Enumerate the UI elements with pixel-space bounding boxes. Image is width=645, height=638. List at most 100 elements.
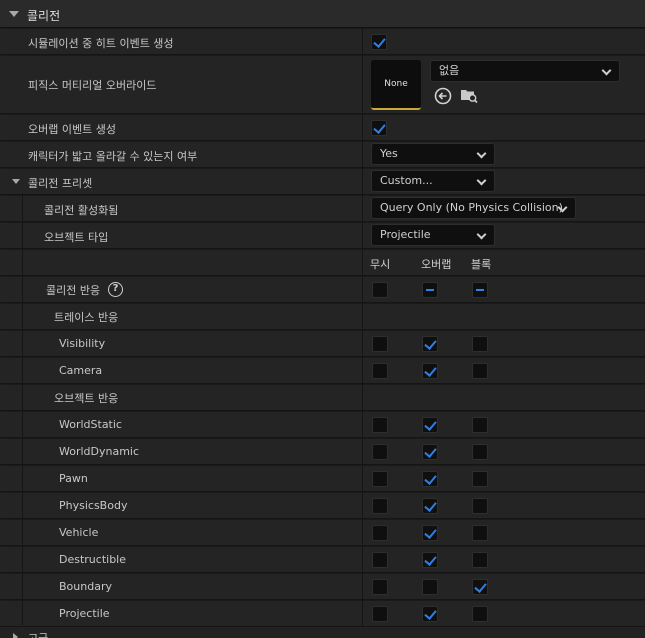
trace-channel-overlap-checkbox[interactable]: [422, 363, 438, 379]
object-channel-overlap-checkbox[interactable]: [422, 552, 438, 568]
use-selected-arrow-icon[interactable]: [434, 87, 452, 105]
object-channel-row: Boundary: [0, 574, 645, 600]
preset-collapse-arrow-icon[interactable]: [12, 179, 20, 184]
object-channel-ignore-checkbox[interactable]: [372, 471, 388, 487]
sim-hit-label: 시뮬레이션 중 히트 이벤트 생성: [28, 37, 174, 50]
thumbnail-none-text: None: [384, 79, 408, 89]
material-thumbnail[interactable]: None: [371, 60, 421, 110]
row-column-headers: 무시 오버랩 블록: [0, 250, 645, 276]
browse-folder-icon[interactable]: [460, 86, 478, 104]
object-channel-ignore-checkbox[interactable]: [372, 606, 388, 622]
trace-channel-label: Visibility: [59, 337, 106, 350]
object-response-label: 오브젝트 반응: [54, 392, 119, 405]
sim-hit-checkbox[interactable]: [371, 34, 387, 50]
object-channel-block-checkbox[interactable]: [472, 471, 488, 487]
object-type-dropdown[interactable]: Projectile: [371, 224, 495, 246]
trace-channel-block-checkbox[interactable]: [472, 363, 488, 379]
object-channel-row: Vehicle: [0, 520, 645, 546]
object-channel-ignore-checkbox[interactable]: [372, 552, 388, 568]
collision-enabled-dropdown[interactable]: Query Only (No Physics Collision): [371, 197, 576, 219]
col-ignore: 무시: [370, 258, 391, 271]
col-overlap: 오버랩: [421, 258, 452, 271]
chevron-down-icon: [476, 175, 487, 186]
phys-mat-value: 없음: [439, 64, 460, 77]
object-channel-overlap-checkbox[interactable]: [422, 579, 438, 595]
indent-guide: [22, 193, 23, 625]
object-channel-label: WorldDynamic: [59, 445, 140, 458]
phys-mat-dropdown[interactable]: 없음: [430, 60, 620, 82]
object-channel-row: Destructible: [0, 547, 645, 573]
object-channel-overlap-checkbox[interactable]: [422, 417, 438, 433]
help-icon[interactable]: ?: [108, 282, 123, 297]
object-channel-block-checkbox[interactable]: [472, 606, 488, 622]
trace-channel-row: Visibility: [0, 331, 645, 357]
object-channel-label: Destructible: [59, 553, 126, 566]
trace-channel-block-checkbox[interactable]: [472, 336, 488, 352]
row-preset: 콜리전 프리셋 Custom...: [0, 169, 645, 195]
object-channel-block-checkbox[interactable]: [472, 444, 488, 460]
col-block: 블록: [471, 258, 492, 271]
trace-channel-ignore-checkbox[interactable]: [372, 336, 388, 352]
details-panel: 콜리전 시뮬레이션 중 히트 이벤트 생성 피직스 머티리얼 오버라이드 Non…: [0, 0, 645, 638]
preset-dropdown[interactable]: Custom...: [371, 170, 495, 192]
object-channel-ignore-checkbox[interactable]: [372, 417, 388, 433]
trace-channel-overlap-checkbox[interactable]: [422, 336, 438, 352]
object-channel-row: WorldStatic: [0, 412, 645, 438]
object-type-label: 오브젝트 타입: [44, 231, 109, 244]
row-sim-hit: 시뮬레이션 중 히트 이벤트 생성: [0, 29, 645, 55]
phys-mat-label: 피직스 머티리얼 오버라이드: [28, 79, 157, 92]
trace-channel-ignore-checkbox[interactable]: [372, 363, 388, 379]
object-channel-overlap-checkbox[interactable]: [422, 471, 438, 487]
overlap-checkbox[interactable]: [371, 120, 387, 136]
trace-response-label: 트레이스 반응: [54, 311, 119, 324]
section-title: 콜리전: [27, 9, 61, 23]
object-channel-row: PhysicsBody: [0, 493, 645, 519]
step-on-dropdown[interactable]: Yes: [371, 143, 495, 165]
object-channel-ignore-checkbox[interactable]: [372, 444, 388, 460]
row-overlap: 오버랩 이벤트 생성: [0, 115, 645, 141]
object-channel-block-checkbox[interactable]: [472, 525, 488, 541]
collision-enabled-label: 콜리전 활성화됨: [44, 204, 119, 217]
overlap-label: 오버랩 이벤트 생성: [28, 123, 116, 136]
step-on-label: 캐릭터가 밟고 올라갈 수 있는지 여부: [28, 150, 198, 163]
collision-section-header[interactable]: 콜리전: [0, 0, 645, 28]
object-channel-overlap-checkbox[interactable]: [422, 498, 438, 514]
expand-arrow-icon[interactable]: [13, 633, 18, 638]
object-type-value: Projectile: [380, 228, 431, 241]
advanced-section-header[interactable]: 고급: [0, 627, 645, 638]
object-channel-label: WorldStatic: [59, 418, 122, 431]
object-channel-overlap-checkbox[interactable]: [422, 606, 438, 622]
collision-response-label: 콜리전 반응: [46, 284, 101, 297]
object-channel-overlap-checkbox[interactable]: [422, 444, 438, 460]
step-on-value: Yes: [380, 147, 398, 160]
chevron-down-icon: [601, 65, 612, 76]
response-ignore-all[interactable]: [372, 282, 388, 298]
advanced-title: 고급: [28, 630, 48, 638]
row-step-on: 캐릭터가 밟고 올라갈 수 있는지 여부 Yes: [0, 142, 645, 168]
object-channel-overlap-checkbox[interactable]: [422, 525, 438, 541]
row-collision-response: 콜리전 반응 ?: [0, 277, 645, 303]
preset-value: Custom...: [380, 174, 433, 187]
object-channel-label: Vehicle: [59, 526, 99, 539]
response-block-all[interactable]: [472, 282, 488, 298]
object-channel-block-checkbox[interactable]: [472, 498, 488, 514]
object-channel-block-checkbox[interactable]: [472, 417, 488, 433]
row-trace-header: 트레이스 반응: [0, 304, 645, 330]
object-channel-row: Pawn: [0, 466, 645, 492]
chevron-down-icon: [476, 229, 487, 240]
object-channel-block-checkbox[interactable]: [472, 552, 488, 568]
chevron-down-icon: [476, 148, 487, 159]
object-channel-row: WorldDynamic: [0, 439, 645, 465]
object-channel-ignore-checkbox[interactable]: [372, 579, 388, 595]
row-collision-enabled: 콜리전 활성화됨 Query Only (No Physics Collisio…: [0, 196, 645, 222]
object-channel-ignore-checkbox[interactable]: [372, 498, 388, 514]
object-channel-label: Projectile: [59, 607, 110, 620]
collision-enabled-value: Query Only (No Physics Collision): [380, 201, 563, 214]
response-overlap-all[interactable]: [422, 282, 438, 298]
object-channel-block-checkbox[interactable]: [472, 579, 488, 595]
row-object-header: 오브젝트 반응: [0, 385, 645, 411]
object-channel-label: Pawn: [59, 472, 88, 485]
collapse-arrow-icon[interactable]: [9, 11, 19, 17]
preset-label: 콜리전 프리셋: [28, 177, 93, 190]
object-channel-ignore-checkbox[interactable]: [372, 525, 388, 541]
